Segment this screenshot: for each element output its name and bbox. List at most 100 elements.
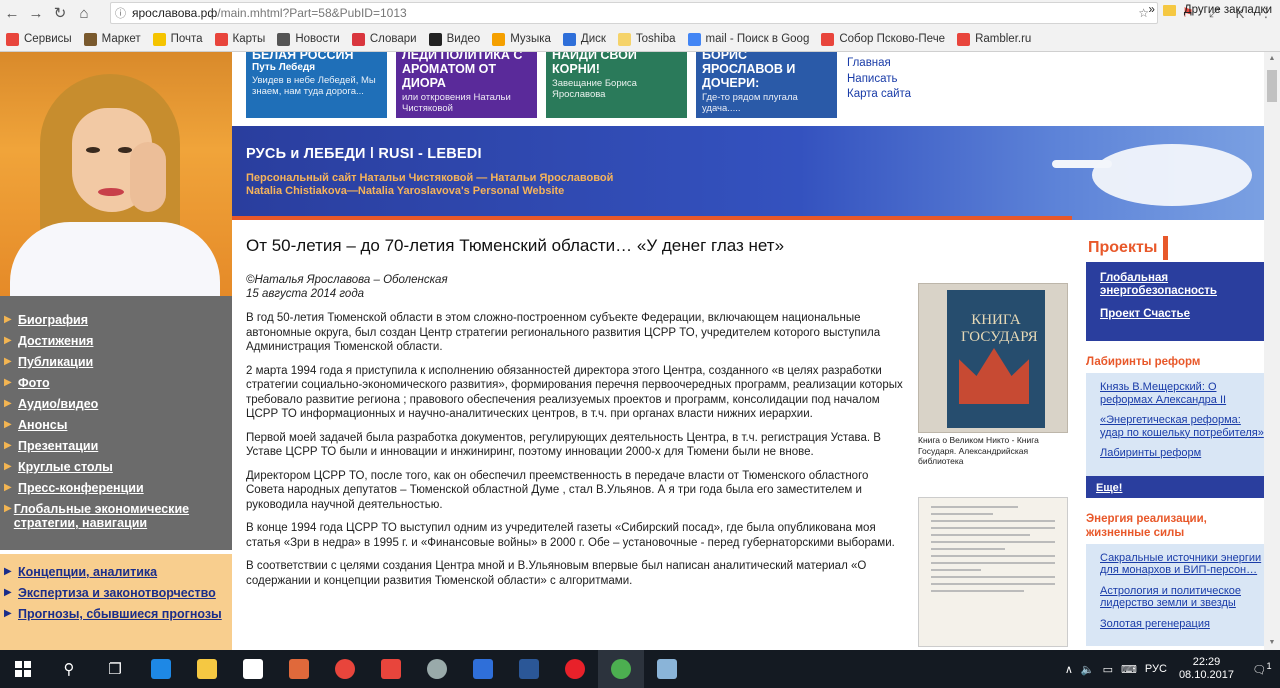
right-sidebar: Проекты Глобальная энергобезопасность Про…	[1086, 236, 1264, 646]
left-nav2-item[interactable]: ▶ Экспертиза и законотворчество	[0, 583, 232, 604]
home-icon[interactable]: ⌂	[72, 2, 96, 24]
bookmark-item[interactable]: Диск	[562, 32, 606, 46]
bookmark-item[interactable]: Собор Псково-Пече	[821, 32, 945, 46]
article-figures: КНИГА ГОСУДАРЯ Книга о Великом Никто - К…	[918, 283, 1070, 647]
tray-chevron-icon[interactable]: ∧	[1065, 663, 1073, 676]
chrome-icon[interactable]	[598, 650, 644, 688]
clock[interactable]: 22:29 08.10.2017	[1179, 656, 1234, 682]
search-icon[interactable]: ⚲	[46, 650, 92, 688]
address-bar[interactable]: ⓘ ярославова.рф/main.mhtml?Part=58&PubID…	[110, 2, 1158, 24]
volume-icon[interactable]: 🔈	[1081, 663, 1095, 676]
labyrinth-link[interactable]: Князь В.Мещерский: О реформах Александра…	[1100, 381, 1264, 406]
energy-link[interactable]: Золотая регенерация	[1100, 618, 1264, 631]
project-link[interactable]: Глобальная энергобезопасность	[1100, 272, 1264, 298]
labyrinth-link[interactable]: Лабиринты реформ	[1100, 447, 1264, 460]
scroll-up-icon[interactable]: ▲	[1264, 52, 1280, 66]
left-nav-item[interactable]: ▶ Достижения	[0, 331, 232, 352]
other-bookmarks[interactable]: Другие закладки	[1184, 4, 1272, 16]
keyboard-icon[interactable]: ⌨	[1121, 663, 1137, 676]
article-paragraph: В соответствии с целями создания Центра …	[246, 560, 867, 587]
bullet-icon: ▶	[4, 566, 12, 577]
bookmark-favicon-icon	[277, 32, 291, 46]
promo-card[interactable]: Белая Россия Путь Лебедя Увидев в небе Леб…	[246, 52, 387, 118]
bookmark-favicon-icon	[492, 32, 506, 46]
paint-icon[interactable]	[644, 650, 690, 688]
project-link[interactable]: Проект Счастье	[1100, 308, 1264, 321]
media-icon[interactable]	[276, 650, 322, 688]
task-view-icon[interactable]: ❐	[92, 650, 138, 688]
top-links: Главная Написать Карта сайта	[847, 56, 911, 103]
promo-card[interactable]: Борис Ярославов и дочери: Где-то рядом пл…	[696, 52, 837, 118]
top-link[interactable]: Главная	[847, 56, 911, 72]
left-nav2-item[interactable]: ▶ Прогнозы, сбывшиеся прогнозы	[0, 604, 232, 625]
bookmark-favicon-icon	[428, 32, 442, 46]
reload-icon[interactable]: ↻	[48, 2, 72, 24]
bookmark-item[interactable]: Музыка	[492, 32, 551, 46]
top-link[interactable]: Карта сайта	[847, 87, 911, 103]
forward-icon[interactable]: →	[24, 2, 48, 24]
left-nav-item[interactable]: ▶ Презентации	[0, 436, 232, 457]
notifications-icon[interactable]: 🗨1	[1244, 661, 1280, 677]
left-nav-item[interactable]: ▶ Пресс-конференции	[0, 478, 232, 499]
left-nav2-item[interactable]: ▶ Концепции, аналитика	[0, 562, 232, 583]
bookmark-favicon-icon	[821, 32, 835, 46]
language-indicator[interactable]: РУС	[1145, 663, 1167, 675]
explorer-icon[interactable]	[184, 650, 230, 688]
promo-card[interactable]: Леди политика с ароматом от Диора или отк…	[396, 52, 537, 118]
bookmark-item[interactable]: Маркет	[83, 32, 141, 46]
bookmark-item[interactable]: Словари	[351, 32, 417, 46]
app-circle-icon[interactable]	[414, 650, 460, 688]
left-nav-item[interactable]: ▶ Круглые столы	[0, 457, 232, 478]
energy-link[interactable]: Астрология и политическое лидерство земл…	[1100, 585, 1264, 610]
opera-icon[interactable]	[552, 650, 598, 688]
store-icon[interactable]	[230, 650, 276, 688]
word-icon[interactable]	[506, 650, 552, 688]
left-nav-item[interactable]: ▶ Фото	[0, 373, 232, 394]
yandex-browser-icon[interactable]	[322, 650, 368, 688]
projects-list: Глобальная энергобезопасность Проект Счас…	[1086, 262, 1264, 341]
bookmark-item[interactable]: mail - Поиск в Goog	[687, 32, 809, 46]
energy-list: Сакральные источники энергии для монархо…	[1086, 543, 1264, 646]
promo-strip: Белая Россия Путь Лебедя Увидев в небе Леб…	[246, 52, 846, 118]
scroll-thumb[interactable]	[1267, 70, 1277, 102]
star-icon[interactable]: ☆	[1138, 6, 1149, 20]
start-icon[interactable]	[0, 650, 46, 688]
bookmarks-more-button[interactable]: »	[1148, 4, 1154, 16]
energy-link[interactable]: Сакральные источники энергии для монархо…	[1100, 552, 1264, 577]
yandex-icon[interactable]	[368, 650, 414, 688]
info-icon[interactable]: ⓘ	[115, 5, 126, 21]
back-icon[interactable]: ←	[0, 2, 24, 24]
browser-toolbar: ← → ↻ ⌂ ⓘ ярославова.рф/main.mhtml?Part=…	[0, 0, 1280, 26]
bookmark-item[interactable]: Сервисы	[6, 32, 72, 46]
bookmark-item[interactable]: Видео	[428, 32, 480, 46]
top-link[interactable]: Написать	[847, 72, 911, 88]
promo-card[interactable]: Найди свои Корни! Завещание Бориса Яросла…	[546, 52, 687, 118]
bookmark-favicon-icon	[687, 32, 701, 46]
edge-icon[interactable]	[138, 650, 184, 688]
bookmark-item[interactable]: Почта	[152, 32, 203, 46]
left-nav-item[interactable]: ▶ Глобальные экономические стратегии, нав…	[0, 499, 232, 534]
article-paragraph: В конце 1994 года ЦСРР ТО выступил одним…	[246, 522, 895, 549]
labyrinth-heading: Лабиринты реформ	[1086, 356, 1201, 368]
bullet-icon: ▶	[4, 314, 12, 325]
vertical-scrollbar[interactable]: ▲ ▼	[1264, 52, 1280, 650]
left-navigation: ▶ Биография ▶ Достижения ▶ Публикации ▶ Фото ▶ Ау…	[0, 296, 232, 550]
bookmark-item[interactable]: Toshiba	[617, 32, 676, 46]
battery-icon[interactable]: ▭	[1103, 663, 1113, 676]
document-image[interactable]	[918, 496, 1068, 647]
left-nav-item[interactable]: ▶ Аудио/видео	[0, 394, 232, 415]
book-cover-image[interactable]: КНИГА ГОСУДАРЯ	[918, 283, 1068, 433]
bookmark-item[interactable]: Новости	[277, 32, 340, 46]
left-nav-item[interactable]: ▶ Публикации	[0, 352, 232, 373]
more-link[interactable]: Еще!	[1096, 482, 1122, 494]
bookmark-item[interactable]: Rambler.ru	[957, 32, 1031, 46]
left-nav-item[interactable]: ▶ Биография	[0, 310, 232, 331]
site-banner: РУСЬ и ЛЕБЕДИ ǀ RUSI - LEBEDI Персональн…	[232, 126, 1264, 220]
scroll-down-icon[interactable]: ▼	[1264, 636, 1280, 650]
left-nav-item[interactable]: ▶ Анонсы	[0, 415, 232, 436]
bookmark-item[interactable]: Карты	[214, 32, 265, 46]
mail-icon[interactable]	[460, 650, 506, 688]
bullet-icon: ▶	[4, 482, 12, 493]
labyrinth-link[interactable]: «Энергетическая реформа: удар по кошельк…	[1100, 414, 1264, 439]
bookmark-favicon-icon	[617, 32, 631, 46]
